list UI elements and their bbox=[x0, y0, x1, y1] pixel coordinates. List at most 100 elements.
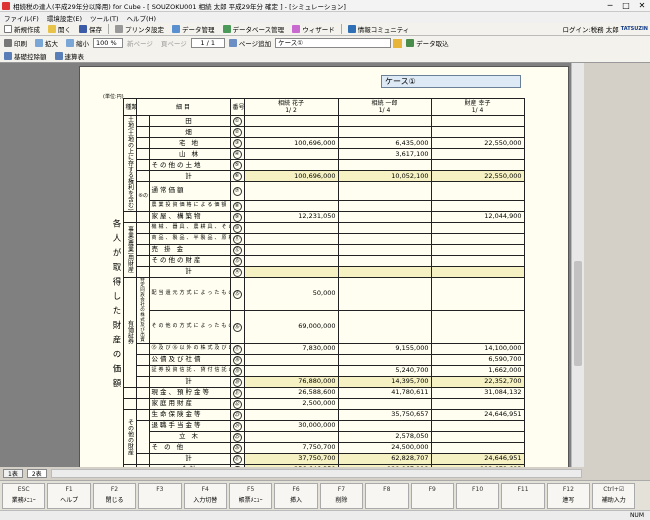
horizontal-scrollbar[interactable] bbox=[50, 469, 582, 478]
heir-1-value[interactable] bbox=[243, 221, 339, 234]
heir-2-value[interactable] bbox=[337, 181, 432, 201]
heir-3-value[interactable] bbox=[430, 115, 525, 127]
data-import-button[interactable]: データ取込 bbox=[402, 37, 453, 49]
fkey-f12[interactable]: F12 連写 bbox=[546, 483, 591, 509]
heir-2-value[interactable] bbox=[337, 265, 432, 278]
fkey-esc[interactable]: ESC 業務ﾒﾆｭｰ bbox=[2, 483, 46, 509]
heir-1-value[interactable] bbox=[243, 232, 339, 245]
close-button[interactable]: ✕ bbox=[634, 0, 650, 12]
heir-2-value[interactable] bbox=[337, 243, 432, 256]
heir-2-value[interactable]: 41,780,611 bbox=[337, 386, 432, 399]
scroll-thumb[interactable] bbox=[574, 261, 582, 366]
new-button[interactable]: 新規作成 bbox=[0, 23, 44, 35]
heir-3-value[interactable] bbox=[430, 309, 525, 344]
fkey-f10[interactable]: F10 bbox=[455, 483, 500, 509]
menu-help[interactable]: ヘルプ(H) bbox=[123, 13, 160, 23]
fkey-f6[interactable]: F6 挿入 bbox=[274, 483, 318, 509]
fkey-f4[interactable]: F4 入力切替 bbox=[183, 483, 227, 509]
fkey-f7[interactable]: F7 削除 bbox=[319, 483, 364, 509]
heir-3-value[interactable]: 6,590,700 bbox=[430, 353, 525, 366]
heir-1-value[interactable]: 100,696,000 bbox=[243, 137, 339, 149]
heir-2-value[interactable]: 35,750,657 bbox=[337, 408, 432, 421]
tab-sheet-2[interactable]: 2表 bbox=[26, 469, 47, 478]
heir-1-value[interactable] bbox=[243, 181, 339, 201]
heir-1-value[interactable]: 7,750,700 bbox=[243, 441, 339, 454]
heir-2-value[interactable]: 2,578,050 bbox=[337, 430, 432, 443]
heir-2-value[interactable] bbox=[337, 115, 432, 127]
heir-2-value[interactable] bbox=[337, 254, 432, 267]
heir-1-value[interactable]: 100,696,000 bbox=[243, 170, 339, 182]
zoom-field[interactable]: 100 % bbox=[93, 38, 123, 48]
heir-1-value[interactable]: 7,830,000 bbox=[243, 342, 339, 355]
case-edit-icon[interactable] bbox=[393, 38, 403, 48]
delete-page-button[interactable]: 頁ページ bbox=[157, 37, 191, 49]
heir-1-value[interactable] bbox=[243, 199, 339, 212]
heir-1-value[interactable]: 26,588,600 bbox=[243, 386, 339, 399]
vertical-scrollbar[interactable] bbox=[571, 63, 584, 467]
heir-2-value[interactable] bbox=[337, 159, 432, 171]
fkey-f8[interactable]: F8 bbox=[365, 483, 409, 509]
heir-2-value[interactable] bbox=[337, 276, 432, 311]
heir-2-value[interactable]: 9,155,000 bbox=[337, 342, 432, 355]
heir-1-value[interactable] bbox=[243, 353, 339, 366]
heir-1-value[interactable]: 69,000,000 bbox=[243, 309, 339, 344]
heir-3-value[interactable] bbox=[430, 397, 525, 410]
data-management-button[interactable]: データ管理 bbox=[168, 23, 219, 35]
save-button[interactable]: 保存 bbox=[75, 23, 106, 35]
new-page-button[interactable]: 新ページ bbox=[123, 37, 157, 49]
tab-sheet-1[interactable]: 1表 bbox=[3, 469, 23, 478]
heir-2-value[interactable] bbox=[337, 221, 432, 234]
heir-1-value[interactable] bbox=[243, 430, 339, 443]
heir-3-value[interactable] bbox=[430, 265, 525, 278]
database-management-button[interactable]: データベース管理 bbox=[219, 23, 289, 35]
heir-1-value[interactable] bbox=[243, 408, 339, 421]
heir-3-value[interactable] bbox=[430, 181, 525, 201]
heir-3-value[interactable] bbox=[430, 159, 525, 171]
heir-3-value[interactable] bbox=[430, 126, 525, 138]
heir-2-value[interactable]: 6,435,000 bbox=[337, 137, 432, 149]
fkey-f9[interactable]: F9 bbox=[410, 483, 454, 509]
fkey-f1[interactable]: F1 ヘルプ bbox=[47, 483, 91, 509]
heir-2-value[interactable]: 10,052,100 bbox=[337, 170, 432, 182]
heir-1-value[interactable] bbox=[243, 364, 339, 377]
menu-tools[interactable]: ツール(T) bbox=[86, 13, 123, 23]
menu-file[interactable]: ファイル(F) bbox=[0, 13, 43, 23]
minimize-button[interactable]: ─ bbox=[602, 0, 618, 12]
fkey-f5[interactable]: F5 帳票ﾒﾆｭｰ bbox=[228, 483, 273, 509]
heir-2-value[interactable]: 24,500,000 bbox=[337, 441, 432, 454]
heir-3-value[interactable]: 31,084,132 bbox=[430, 386, 525, 399]
heir-3-value[interactable]: 24,646,951 bbox=[430, 452, 525, 465]
heir-3-value[interactable]: 22,550,000 bbox=[430, 170, 525, 182]
heir-1-value[interactable] bbox=[243, 254, 339, 267]
heir-1-value[interactable] bbox=[243, 243, 339, 256]
heir-1-value[interactable] bbox=[243, 159, 339, 171]
heir-2-value[interactable] bbox=[337, 232, 432, 245]
heir-2-value[interactable] bbox=[337, 199, 432, 212]
heir-1-value[interactable]: 76,880,000 bbox=[243, 375, 339, 388]
print-button[interactable]: 印刷 bbox=[0, 37, 31, 49]
heir-2-value[interactable] bbox=[337, 397, 432, 410]
heir-1-value[interactable] bbox=[243, 265, 339, 278]
wizard-button[interactable]: ウィザード bbox=[288, 23, 339, 35]
heir-3-value[interactable] bbox=[430, 276, 525, 311]
heir-2-value[interactable]: 14,395,700 bbox=[337, 375, 432, 388]
heir-2-value[interactable] bbox=[337, 210, 432, 223]
heir-1-value[interactable] bbox=[243, 115, 339, 127]
community-button[interactable]: 情報コミュニティ bbox=[344, 23, 414, 35]
printer-settings-button[interactable]: プリンタ設定 bbox=[111, 23, 168, 35]
heir-2-value[interactable] bbox=[337, 419, 432, 432]
heir-2-value[interactable] bbox=[337, 353, 432, 366]
menu-settings[interactable]: 環境設定(E) bbox=[43, 13, 86, 23]
heir-3-value[interactable]: 24,646,951 bbox=[430, 408, 525, 421]
zoom-in-button[interactable]: 拡大 bbox=[31, 37, 62, 49]
heir-3-value[interactable]: 12,044,900 bbox=[430, 210, 525, 223]
heir-3-value[interactable] bbox=[430, 419, 525, 432]
heir-3-value[interactable] bbox=[430, 199, 525, 212]
fkey-f3[interactable]: F3 bbox=[138, 483, 182, 509]
heir-1-value[interactable]: 37,750,700 bbox=[243, 452, 339, 465]
zoom-out-button[interactable]: 縮小 bbox=[62, 37, 93, 49]
heir-1-value[interactable]: 30,000,000 bbox=[243, 419, 339, 432]
heir-3-value[interactable] bbox=[430, 430, 525, 443]
heir-2-value[interactable]: 5,240,700 bbox=[337, 364, 432, 377]
open-button[interactable]: 開く bbox=[44, 23, 75, 35]
